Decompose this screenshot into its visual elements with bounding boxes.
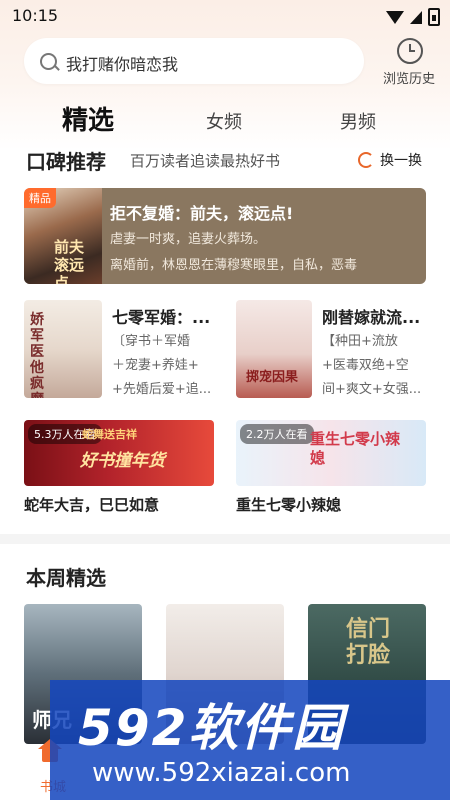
browse-history-label: 浏览历史 [382, 72, 435, 87]
featured-book-card[interactable]: 前夫滚远点 精品 拒不复婚：前夫，滚远点! 虐妻一时爽，追妻火葬场。 离婚前，林… [24, 188, 426, 284]
search-icon [40, 53, 57, 70]
book-tag: 【种田+流放 [322, 334, 398, 349]
featured-book-title: 拒不复婚：前夫，滚远点! [110, 204, 294, 223]
refresh-label: 换一换 [380, 153, 422, 169]
featured-book-description: 离婚前，林恩恩在薄穆寒眼里，自私，恶毒 [110, 258, 358, 273]
clock-icon [397, 38, 423, 64]
section-divider [0, 534, 450, 544]
battery-icon [428, 8, 440, 26]
book-tag: 间+爽文+女强... [322, 382, 422, 397]
refresh-icon [358, 152, 374, 168]
watermark-logo: 592软件园 [78, 699, 345, 757]
featured-book-tagline: 虐妻一时爽，追妻火葬场。 [110, 232, 267, 247]
search-input[interactable]: 我打赌你暗恋我 [24, 38, 364, 84]
browse-history-button[interactable]: 浏览历史 [374, 36, 444, 88]
book-tag: +医毒双绝+空 [322, 358, 409, 373]
signal-icon [410, 10, 422, 24]
book-title[interactable]: 刚替嫁就流... [322, 304, 420, 328]
book-cover-text: 掷宠因果 [246, 370, 299, 385]
tab-female[interactable]: 女频 [206, 108, 242, 134]
book-tag: ＋宠妻+养娃+ [112, 358, 199, 373]
tab-featured[interactable]: 精选 [62, 100, 114, 137]
book-cover[interactable]: 掷宠因果 [236, 300, 312, 398]
book-tag: 〔穿书＋军婚 [112, 334, 191, 349]
channel-tabs: 精选 女频 男频 [0, 98, 450, 142]
weekly-picks-title: 本周精选 [26, 566, 106, 590]
wifi-icon [386, 10, 404, 24]
promo-banner[interactable]: 5.3万人在看 蛇舞送吉祥 好书撞年货 [24, 420, 214, 486]
status-bar: 10:15 [0, 0, 450, 32]
status-icons [386, 8, 440, 26]
watermark-overlay: 592软件园 www.592xiazai.com [50, 680, 450, 800]
premium-badge: 精品 [24, 188, 56, 208]
banner-art-text: 好书撞年货 [80, 451, 165, 471]
book-cover[interactable]: 娇军医他疯魔 [24, 300, 102, 398]
banner-title[interactable]: 蛇年大吉，巳巳如意 [24, 494, 159, 515]
recommend-title: 口碑推荐 [26, 150, 106, 174]
search-query: 我打赌你暗恋我 [66, 55, 179, 74]
featured-cover-text: 前夫滚远点 [54, 238, 85, 284]
promo-banner[interactable]: 2.2万人在看 重生七零小辣媳 [236, 420, 426, 486]
banner-art-text: 重生七零小辣媳 [310, 430, 401, 467]
tab-male[interactable]: 男频 [340, 108, 376, 134]
viewers-badge: 2.2万人在看 [240, 424, 314, 444]
book-title[interactable]: 七零军婚：... [112, 304, 210, 328]
book-cover-text: 娇军医他疯魔 [30, 312, 44, 398]
watermark-url: www.592xiazai.com [92, 758, 351, 788]
weekly-cover-text: 信门打脸 [346, 616, 391, 668]
status-time: 10:15 [12, 6, 59, 25]
banner-art-subtext: 蛇舞送吉祥 [82, 428, 137, 441]
banner-title[interactable]: 重生七零小辣媳 [236, 494, 341, 515]
recommend-subtitle: 百万读者追读最热好书 [130, 152, 281, 170]
book-tag: +先婚后爱+追... [112, 382, 212, 397]
